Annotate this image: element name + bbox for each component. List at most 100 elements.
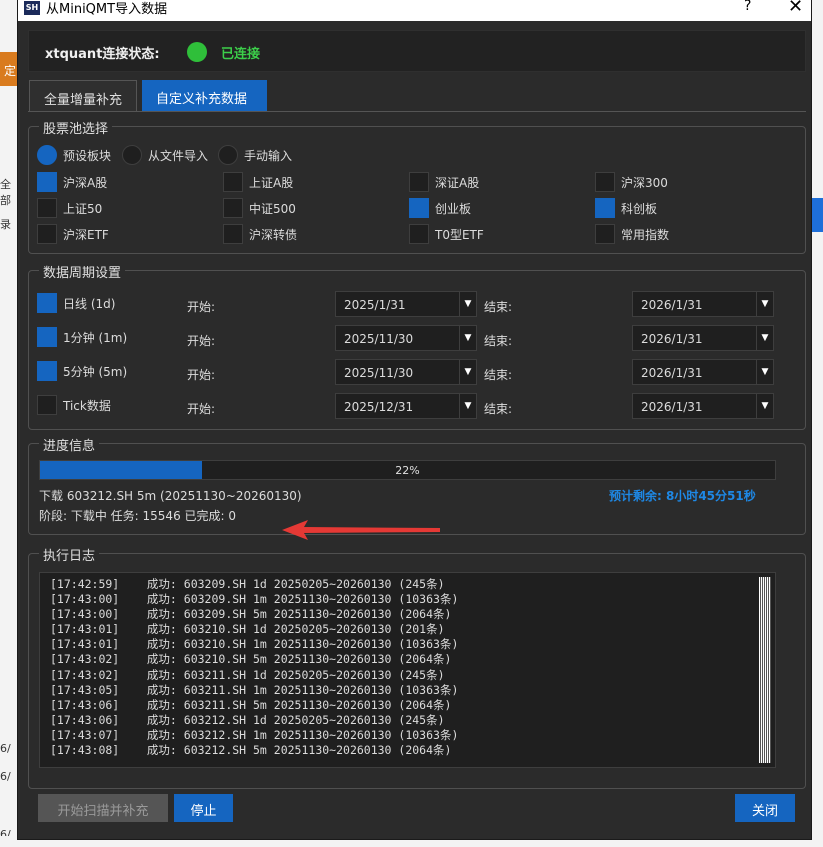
log-group: 执行日志 [17:42:59] 成功: 603209.SH 1d 2025020… — [28, 545, 806, 789]
window-title: 从MiniQMT导入数据 — [46, 2, 168, 17]
checkbox-indicator — [37, 327, 57, 347]
log-text-area[interactable]: [17:42:59] 成功: 603209.SH 1d 20250205~202… — [39, 572, 776, 768]
dropdown-arrow-icon[interactable]: ▼ — [459, 326, 476, 350]
date-value: 2025/11/30 — [344, 332, 414, 346]
checkbox-chinext[interactable]: 创业板 — [409, 198, 471, 218]
log-line: [17:43:08] 成功: 603212.SH 5m 20251130~202… — [50, 743, 452, 758]
radio-label: 手动输入 — [244, 148, 293, 163]
checkbox-label: 5分钟 (5m) — [63, 364, 128, 379]
radio-label: 预设板块 — [63, 148, 112, 163]
checkbox-label: 中证500 — [249, 201, 296, 216]
dropdown-arrow-icon[interactable]: ▼ — [756, 394, 773, 418]
checkbox-period-1d[interactable]: 日线 (1d) — [37, 293, 115, 313]
end-label: 结束: — [484, 334, 513, 348]
dropdown-arrow-icon[interactable]: ▼ — [459, 360, 476, 384]
title-bar: SH 从MiniQMT导入数据 ? ✕ — [18, 0, 811, 21]
log-line: [17:43:02] 成功: 603211.SH 1d 20250205~202… — [50, 667, 445, 682]
tab-custom-supplement[interactable]: 自定义补充数据 — [142, 80, 267, 112]
checkbox-label: T0型ETF — [435, 227, 484, 242]
checkbox-label: 沪深A股 — [63, 175, 108, 190]
date-value: 2026/1/31 — [641, 332, 703, 346]
checkbox-indicator — [223, 172, 243, 192]
start-scan-button[interactable]: 开始扫描并补充 — [38, 794, 168, 822]
log-scrollbar[interactable] — [759, 577, 771, 763]
date-value: 2026/1/31 — [641, 400, 703, 414]
checkbox-indicator — [37, 395, 57, 415]
radio-indicator — [122, 145, 142, 165]
dropdown-arrow-icon[interactable]: ▼ — [756, 292, 773, 316]
radio-preset-sector[interactable]: 预设板块 — [37, 145, 111, 165]
background-text: 录 — [0, 218, 11, 231]
checkbox-common-index[interactable]: 常用指数 — [595, 224, 669, 244]
start-date-tick[interactable]: 2025/12/31 ▼ — [335, 393, 477, 419]
end-date-tick[interactable]: 2026/1/31 ▼ — [632, 393, 774, 419]
checkbox-indicator — [595, 224, 615, 244]
log-line: [17:43:00] 成功: 603209.SH 1m 20251130~202… — [50, 592, 459, 607]
stop-button[interactable]: 停止 — [174, 794, 233, 822]
start-label: 开始: — [187, 368, 216, 382]
checkbox-indicator — [595, 172, 615, 192]
checkbox-label: Tick数据 — [63, 398, 111, 413]
checkbox-indicator — [595, 198, 615, 218]
checkbox-label: 沪深300 — [621, 175, 668, 190]
date-value: 2026/1/31 — [641, 298, 703, 312]
checkbox-period-1m[interactable]: 1分钟 (1m) — [37, 327, 127, 347]
progress-percent: 22% — [395, 464, 420, 477]
dropdown-arrow-icon[interactable]: ▼ — [756, 360, 773, 384]
end-date-1m[interactable]: 2026/1/31 ▼ — [632, 325, 774, 351]
start-date-1m[interactable]: 2025/11/30 ▼ — [335, 325, 477, 351]
dropdown-arrow-icon[interactable]: ▼ — [459, 394, 476, 418]
end-date-1d[interactable]: 2026/1/31 ▼ — [632, 291, 774, 317]
checkbox-hs300[interactable]: 沪深300 — [595, 172, 668, 192]
tab-full-incremental[interactable]: 全量增量补充 — [29, 80, 137, 112]
end-label: 结束: — [484, 402, 513, 416]
checkbox-label: 科创板 — [621, 201, 658, 216]
help-button[interactable]: ? — [744, 0, 751, 14]
close-window-button[interactable]: ✕ — [788, 0, 803, 17]
connection-status-value: 已连接 — [221, 47, 261, 62]
log-line: [17:43:05] 成功: 603211.SH 1m 20251130~202… — [50, 682, 459, 697]
log-line: [17:42:59] 成功: 603209.SH 1d 20250205~202… — [50, 577, 445, 591]
checkbox-period-5m[interactable]: 5分钟 (5m) — [37, 361, 127, 381]
start-label: 开始: — [187, 300, 216, 314]
log-title: 执行日志 — [39, 545, 100, 564]
dropdown-arrow-icon[interactable]: ▼ — [459, 292, 476, 316]
checkbox-indicator — [37, 198, 57, 218]
checkbox-t0-etf[interactable]: T0型ETF — [409, 224, 484, 244]
log-line: [17:43:01] 成功: 603210.SH 1m 20251130~202… — [50, 637, 459, 652]
checkbox-label: 常用指数 — [621, 227, 670, 242]
stock-pool-title: 股票池选择 — [39, 118, 113, 137]
start-date-1d[interactable]: 2025/1/31 ▼ — [335, 291, 477, 317]
close-button[interactable]: 关闭 — [735, 794, 795, 822]
period-settings-group: 数据周期设置 日线 (1d) 开始: 2025/1/31 ▼ 结束: 2026/1… — [28, 262, 806, 430]
import-dialog: SH 从MiniQMT导入数据 ? ✕ xtquant连接状态: 已连接 全量增… — [17, 0, 812, 840]
checkbox-zz500[interactable]: 中证500 — [223, 198, 296, 218]
radio-file-import[interactable]: 从文件导入 — [122, 145, 208, 165]
end-date-5m[interactable]: 2026/1/31 ▼ — [632, 359, 774, 385]
stage-info: 阶段: 下载中 任务: 15546 已完成: 0 — [39, 509, 237, 523]
checkbox-star[interactable]: 科创板 — [595, 198, 657, 218]
end-label: 结束: — [484, 368, 513, 382]
checkbox-label: 沪深转债 — [249, 227, 298, 242]
checkbox-hs-etf[interactable]: 沪深ETF — [37, 224, 109, 244]
checkbox-sz50[interactable]: 上证50 — [37, 198, 102, 218]
checkbox-sh-a[interactable]: 上证A股 — [223, 172, 293, 192]
checkbox-sz-a[interactable]: 深证A股 — [409, 172, 479, 192]
checkbox-label: 创业板 — [435, 201, 472, 216]
progress-title: 进度信息 — [39, 435, 100, 454]
dropdown-arrow-icon[interactable]: ▼ — [756, 326, 773, 350]
checkbox-hs-a[interactable]: 沪深A股 — [37, 172, 107, 192]
start-date-5m[interactable]: 2025/11/30 ▼ — [335, 359, 477, 385]
checkbox-indicator — [37, 224, 57, 244]
checkbox-hs-bond[interactable]: 沪深转债 — [223, 224, 297, 244]
radio-manual-input[interactable]: 手动输入 — [218, 145, 292, 165]
log-line: [17:43:00] 成功: 603209.SH 5m 20251130~202… — [50, 607, 452, 622]
checkbox-period-tick[interactable]: Tick数据 — [37, 395, 111, 415]
checkbox-label: 日线 (1d) — [63, 296, 116, 311]
log-line: [17:43:07] 成功: 603212.SH 1m 20251130~202… — [50, 727, 459, 742]
date-value: 2026/1/31 — [641, 366, 703, 380]
checkbox-label: 上证50 — [63, 201, 103, 216]
current-task: 下载 603212.SH 5m (20251130~20260130) — [39, 489, 302, 503]
period-settings-title: 数据周期设置 — [39, 262, 126, 281]
status-indicator-icon — [187, 42, 207, 62]
